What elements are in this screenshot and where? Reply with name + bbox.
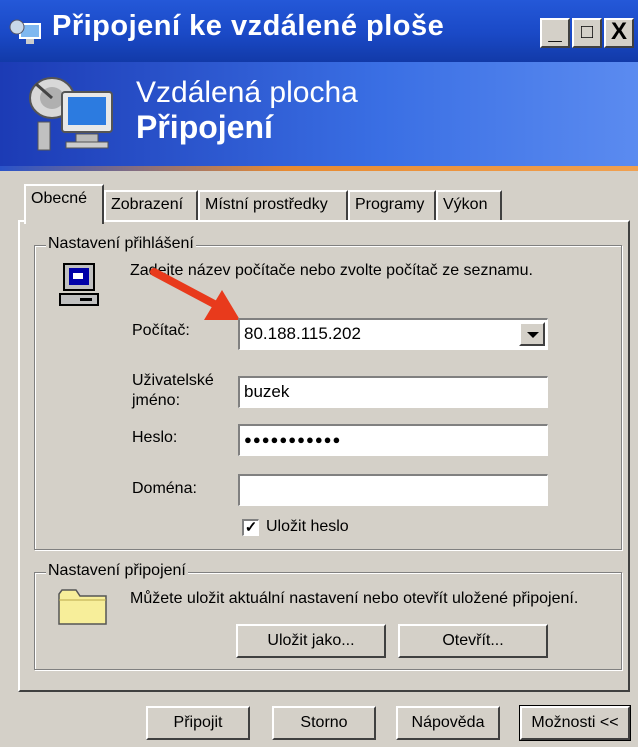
connection-settings-title: Nastavení připojení	[46, 562, 188, 580]
close-button[interactable]: X	[604, 18, 634, 48]
tab-experience[interactable]: Výkon	[436, 190, 502, 220]
satellite-monitor-icon	[29, 77, 113, 151]
minimize-button[interactable]: _	[540, 18, 570, 48]
computer-value: 80.188.115.202	[244, 324, 361, 343]
folder-icon	[58, 589, 107, 625]
save-password-checkbox[interactable]: ✓	[242, 519, 259, 536]
remote-desktop-icon	[9, 19, 41, 44]
cancel-button[interactable]: Storno	[272, 706, 376, 740]
tab-display[interactable]: Zobrazení	[104, 190, 198, 220]
maximize-button[interactable]: □	[572, 18, 602, 48]
connection-text: Můžete uložit aktuální nastavení nebo ot…	[130, 590, 579, 607]
save-password-label[interactable]: Uložit heslo	[266, 518, 349, 536]
login-settings-title: Nastavení přihlášení	[46, 235, 196, 253]
banner-subtitle: Připojení	[136, 109, 273, 145]
computer-combobox[interactable]: 80.188.115.202	[238, 318, 548, 350]
tab-programs[interactable]: Programy	[348, 190, 436, 220]
computer-label: Počítač:	[132, 322, 190, 339]
domain-label: Doména:	[132, 480, 197, 497]
username-field[interactable]: buzek	[238, 376, 548, 408]
tab-general[interactable]: Obecné	[24, 184, 104, 224]
username-label-line2: jméno:	[132, 392, 181, 409]
options-button[interactable]: Možnosti <<	[519, 705, 631, 741]
red-arrow-icon	[150, 268, 240, 320]
window-title: Připojení ke vzdálené ploše	[52, 10, 445, 42]
banner-title: Vzdálená plocha	[136, 76, 358, 109]
title-bar[interactable]: Připojení ke vzdálené ploše _ □ X	[0, 0, 638, 62]
tab-local-resources[interactable]: Místní prostředky	[198, 190, 348, 220]
banner-divider	[0, 166, 638, 171]
password-field[interactable]: ●●●●●●●●●●●	[238, 424, 548, 456]
open-button[interactable]: Otevřít...	[398, 624, 548, 658]
connect-button[interactable]: Připojit	[146, 706, 250, 740]
computer-icon	[59, 263, 99, 306]
save-as-button[interactable]: Uložit jako...	[236, 624, 386, 658]
help-button[interactable]: Nápověda	[396, 706, 500, 740]
domain-field[interactable]	[238, 474, 548, 506]
password-label: Heslo:	[132, 429, 178, 446]
username-label: Uživatelské	[132, 372, 214, 389]
chevron-down-icon[interactable]	[519, 322, 545, 346]
